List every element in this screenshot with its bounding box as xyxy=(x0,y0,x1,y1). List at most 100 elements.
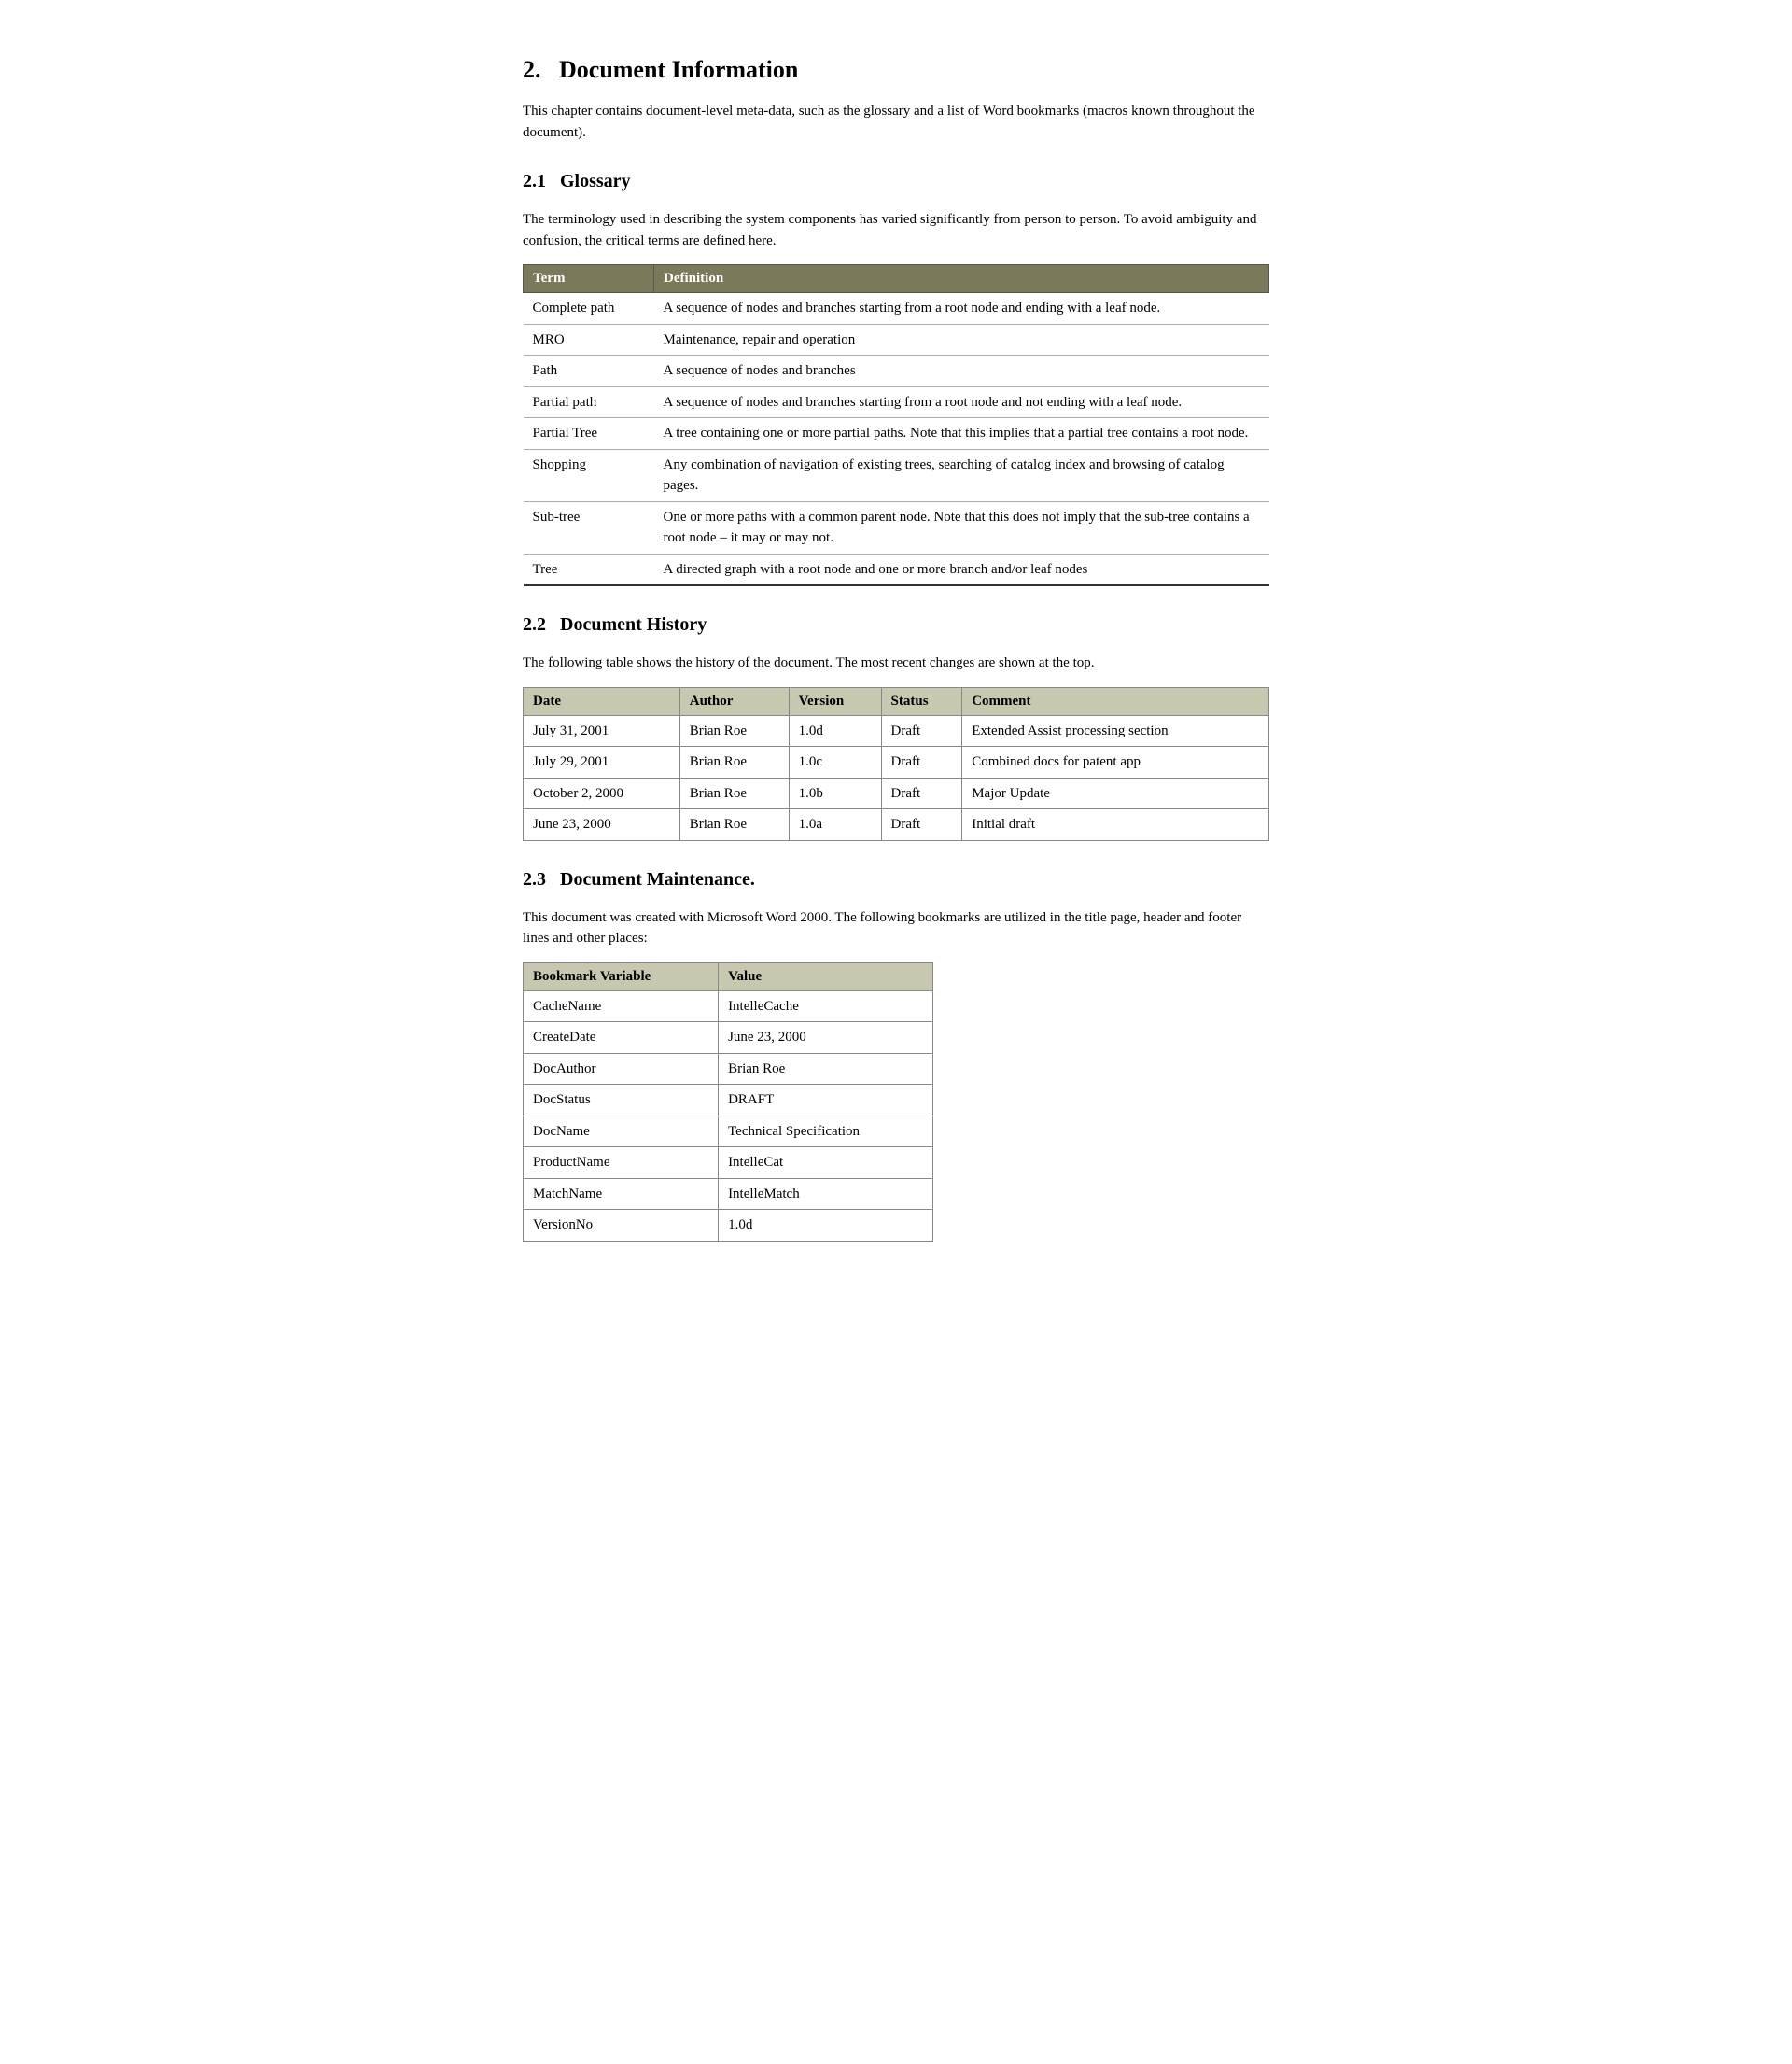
glossary-term: Partial Tree xyxy=(524,418,654,450)
history-table-header-row: Date Author Version Status Comment xyxy=(524,687,1269,715)
history-author: Brian Roe xyxy=(679,715,789,747)
history-date: July 31, 2001 xyxy=(524,715,680,747)
table-row: CreateDateJune 23, 2000 xyxy=(524,1022,933,1054)
section-22-heading: Document History xyxy=(560,614,707,635)
history-author: Brian Roe xyxy=(679,747,789,779)
bookmark-value: Technical Specification xyxy=(719,1116,933,1147)
table-row: TreeA directed graph with a root node an… xyxy=(524,554,1269,585)
history-version: 1.0c xyxy=(789,747,881,779)
history-status: Draft xyxy=(881,715,962,747)
section-21-number: 2.1 xyxy=(523,171,546,191)
section-21-title: 2.1 Glossary xyxy=(523,171,631,192)
section-document-information: 2. Document Information This chapter con… xyxy=(523,56,1269,143)
glossary-term: Shopping xyxy=(524,449,654,501)
section-21-heading: Glossary xyxy=(560,171,631,191)
history-version: 1.0b xyxy=(789,778,881,809)
history-comment: Major Update xyxy=(962,778,1269,809)
section-2-intro: This chapter contains document-level met… xyxy=(523,101,1269,143)
table-row: Partial TreeA tree containing one or mor… xyxy=(524,418,1269,450)
bookmark-col-variable: Bookmark Variable xyxy=(524,962,719,990)
section-21-intro: The terminology used in describing the s… xyxy=(523,209,1269,251)
history-author: Brian Roe xyxy=(679,809,789,841)
history-col-status: Status xyxy=(881,687,962,715)
history-col-version: Version xyxy=(789,687,881,715)
glossary-term: Sub-tree xyxy=(524,501,654,554)
bookmark-variable: CacheName xyxy=(524,990,719,1022)
bookmark-col-value: Value xyxy=(719,962,933,990)
history-date: October 2, 2000 xyxy=(524,778,680,809)
history-status: Draft xyxy=(881,747,962,779)
table-row: Complete pathA sequence of nodes and bra… xyxy=(524,293,1269,325)
glossary-term: Partial path xyxy=(524,386,654,418)
history-status: Draft xyxy=(881,809,962,841)
section-23-intro: This document was created with Microsoft… xyxy=(523,907,1269,949)
table-row: VersionNo1.0d xyxy=(524,1210,933,1242)
glossary-col-term: Term xyxy=(524,265,654,293)
glossary-definition: A sequence of nodes and branches startin… xyxy=(654,386,1269,418)
bookmark-value: IntelleCache xyxy=(719,990,933,1022)
table-row: Partial pathA sequence of nodes and bran… xyxy=(524,386,1269,418)
section-23-heading: Document Maintenance. xyxy=(560,869,755,890)
bookmark-variable: CreateDate xyxy=(524,1022,719,1054)
bookmark-table-header-row: Bookmark Variable Value xyxy=(524,962,933,990)
glossary-definition: A tree containing one or more partial pa… xyxy=(654,418,1269,450)
history-comment: Initial draft xyxy=(962,809,1269,841)
table-row: DocNameTechnical Specification xyxy=(524,1116,933,1147)
section-document-history: 2.2 Document History The following table… xyxy=(523,614,1269,841)
glossary-term: Complete path xyxy=(524,293,654,325)
history-col-date: Date xyxy=(524,687,680,715)
history-date: July 29, 2001 xyxy=(524,747,680,779)
table-row: June 23, 2000Brian Roe1.0aDraftInitial d… xyxy=(524,809,1269,841)
history-col-comment: Comment xyxy=(962,687,1269,715)
table-row: PathA sequence of nodes and branches xyxy=(524,356,1269,387)
section-document-maintenance: 2.3 Document Maintenance. This document … xyxy=(523,869,1269,1242)
table-row: DocStatusDRAFT xyxy=(524,1085,933,1116)
table-row: CacheNameIntelleCache xyxy=(524,990,933,1022)
table-row: ShoppingAny combination of navigation of… xyxy=(524,449,1269,501)
table-row: Sub-treeOne or more paths with a common … xyxy=(524,501,1269,554)
section-glossary: 2.1 Glossary The terminology used in des… xyxy=(523,171,1269,586)
bookmark-variable: MatchName xyxy=(524,1178,719,1210)
history-author: Brian Roe xyxy=(679,778,789,809)
bookmark-variable: VersionNo xyxy=(524,1210,719,1242)
section-23-number: 2.3 xyxy=(523,869,546,890)
bookmark-variable: DocName xyxy=(524,1116,719,1147)
bookmark-variable: ProductName xyxy=(524,1147,719,1179)
table-row: July 29, 2001Brian Roe1.0cDraftCombined … xyxy=(524,747,1269,779)
glossary-definition: One or more paths with a common parent n… xyxy=(654,501,1269,554)
glossary-term: Path xyxy=(524,356,654,387)
bookmark-table: Bookmark Variable Value CacheNameIntelle… xyxy=(523,962,933,1242)
glossary-definition: Maintenance, repair and operation xyxy=(654,324,1269,356)
section-2-number: 2. xyxy=(523,56,541,83)
section-22-number: 2.2 xyxy=(523,614,546,635)
bookmark-value: DRAFT xyxy=(719,1085,933,1116)
glossary-term: MRO xyxy=(524,324,654,356)
bookmark-value: June 23, 2000 xyxy=(719,1022,933,1054)
table-row: ProductNameIntelleCat xyxy=(524,1147,933,1179)
table-row: July 31, 2001Brian Roe1.0dDraftExtended … xyxy=(524,715,1269,747)
glossary-col-definition: Definition xyxy=(654,265,1269,293)
glossary-definition: A directed graph with a root node and on… xyxy=(654,554,1269,585)
section-2-title: 2. Document Information xyxy=(523,56,798,84)
table-row: DocAuthorBrian Roe xyxy=(524,1053,933,1085)
bookmark-variable: DocStatus xyxy=(524,1085,719,1116)
table-row: MatchNameIntelleMatch xyxy=(524,1178,933,1210)
section-23-title: 2.3 Document Maintenance. xyxy=(523,869,755,891)
history-version: 1.0a xyxy=(789,809,881,841)
bookmark-value: IntelleMatch xyxy=(719,1178,933,1210)
history-comment: Extended Assist processing section xyxy=(962,715,1269,747)
history-comment: Combined docs for patent app xyxy=(962,747,1269,779)
glossary-table: Term Definition Complete pathA sequence … xyxy=(523,264,1269,586)
history-table: Date Author Version Status Comment July … xyxy=(523,687,1269,841)
history-date: June 23, 2000 xyxy=(524,809,680,841)
history-version: 1.0d xyxy=(789,715,881,747)
history-status: Draft xyxy=(881,778,962,809)
section-2-heading: Document Information xyxy=(559,56,798,83)
bookmark-value: 1.0d xyxy=(719,1210,933,1242)
bookmark-value: Brian Roe xyxy=(719,1053,933,1085)
bookmark-variable: DocAuthor xyxy=(524,1053,719,1085)
glossary-term: Tree xyxy=(524,554,654,585)
section-22-title: 2.2 Document History xyxy=(523,614,707,636)
glossary-definition: Any combination of navigation of existin… xyxy=(654,449,1269,501)
bookmark-value: IntelleCat xyxy=(719,1147,933,1179)
